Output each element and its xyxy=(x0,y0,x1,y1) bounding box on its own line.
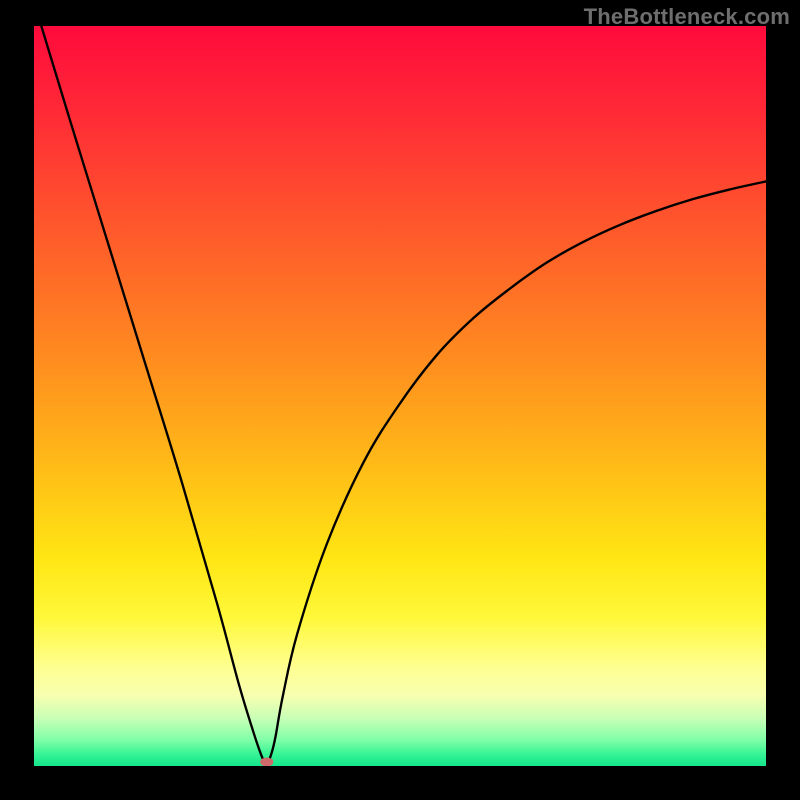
gradient-background xyxy=(34,26,766,766)
optimal-point-marker xyxy=(260,757,273,766)
bottleneck-chart xyxy=(34,26,766,766)
chart-frame: TheBottleneck.com xyxy=(0,0,800,800)
